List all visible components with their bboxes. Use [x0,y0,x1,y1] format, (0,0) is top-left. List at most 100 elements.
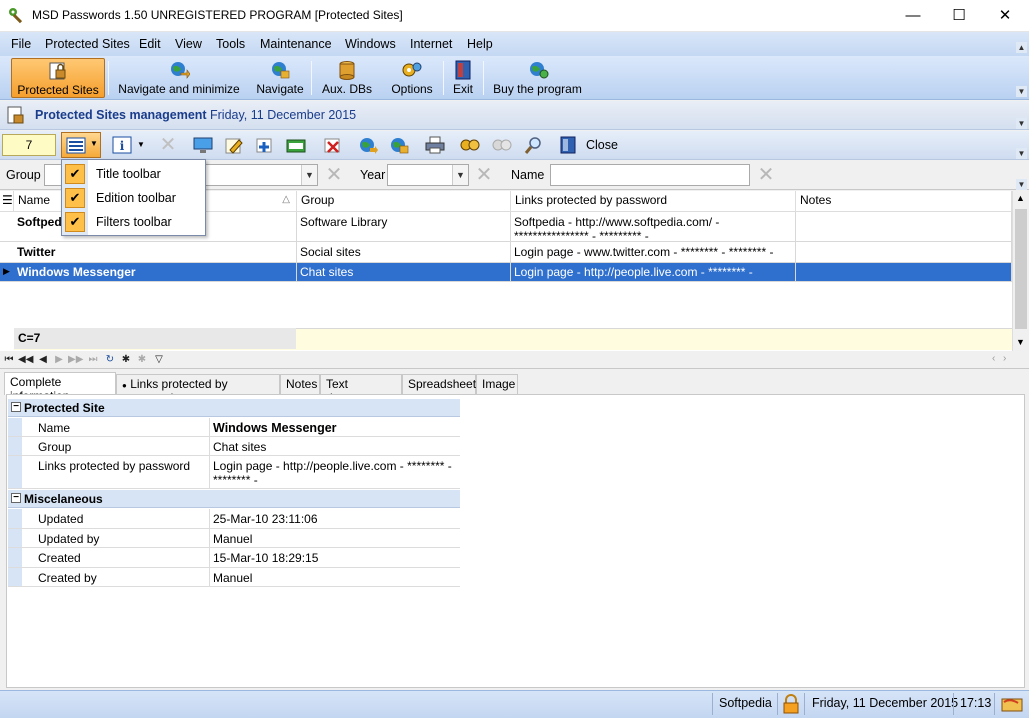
status-separator [804,693,805,715]
menu-protected-sites[interactable]: Protected Sites [45,37,130,51]
menu-item-filters-toolbar[interactable]: ✔ Filters toolbar [62,210,205,234]
table-row[interactable]: Twitter Social sites Login page - www.tw… [0,242,1012,263]
clear-name-filter-icon[interactable]: ✕ [755,164,777,186]
insert-record-icon[interactable]: ✱ [119,352,133,367]
edition-toolbar: ▼ [0,131,1029,160]
filter-icon[interactable]: ▽ [152,352,166,367]
prior-page-icon[interactable]: ◀◀ [18,352,33,367]
collapse-icon[interactable]: − [11,493,21,503]
tab-links-protected[interactable]: ● Links protected by password [116,374,280,405]
chevron-down-icon[interactable]: ▼ [301,165,317,185]
navigate-minimize-button[interactable]: Navigate and minimize [114,58,244,98]
monitor-icon[interactable] [193,136,213,154]
detail-key: Group [22,437,210,455]
menu-view[interactable]: View [175,37,202,51]
refresh-icon[interactable]: ↻ [103,352,117,367]
filterbar-chevron-icon[interactable]: ▼ [1016,179,1027,190]
row-gutter [8,529,22,547]
column-header-notes[interactable]: Notes [796,191,1012,212]
menu-help[interactable]: Help [467,37,493,51]
status-separator [953,693,954,715]
menu-item-label: Title toolbar [96,167,161,181]
headbar-chevron-icon[interactable]: ▼ [1016,118,1027,129]
tab-complete-information[interactable]: Complete information [4,372,116,403]
detail-row: Created 15-Mar-10 18:29:15 [8,548,460,568]
buy-program-button[interactable]: Buy the program [490,58,585,98]
search-icon[interactable] [524,136,544,154]
delete-disabled-icon[interactable]: ✕ [158,135,178,155]
close-panel-button[interactable]: Close [556,134,626,156]
delete-record-icon[interactable] [323,136,343,154]
keys-disabled-icon[interactable] [492,136,512,154]
printer-icon[interactable] [425,136,445,154]
aux-dbs-label: Aux. DBs [321,82,372,96]
section-miscelaneous[interactable]: − Miscelaneous [8,490,460,508]
chevron-down-icon[interactable]: ▼ [452,165,468,185]
collapse-icon[interactable]: − [11,402,21,412]
menu-item-title-toolbar[interactable]: ✔ Title toolbar [62,162,205,186]
scroll-thumb[interactable] [1015,209,1027,329]
menu-file[interactable]: File [11,37,31,51]
delete-record-nav-icon[interactable]: ✱ [135,352,149,367]
navigate-button[interactable]: Navigate [252,58,308,98]
exit-button[interactable]: Exit [449,58,477,98]
menu-edit[interactable]: Edit [139,37,161,51]
last-record-icon[interactable]: ⏭ [86,352,100,367]
row-gutter [8,437,22,455]
folder-green-icon[interactable] [286,136,306,154]
info-dropdown-button[interactable]: i ▼ [110,134,146,156]
menu-maintenance[interactable]: Maintenance [260,37,332,51]
detail-row: Links protected by password Login page - … [8,456,460,489]
prior-record-icon[interactable]: ◀ [36,352,50,367]
close-door-icon [560,136,576,154]
scroll-down-icon[interactable]: ▼ [1016,337,1025,347]
toolbars-dropdown-button[interactable]: ▼ [61,132,101,158]
options-button[interactable]: Options [386,58,438,98]
menubar-scroll-icon[interactable]: ▲ [1016,42,1027,53]
scroll-up-icon[interactable]: ▲ [1016,193,1025,203]
status-folder-icon[interactable] [1001,695,1023,713]
globe-lock-small-icon[interactable] [389,136,409,154]
name-filter-input[interactable] [550,164,750,186]
add-record-icon[interactable] [255,136,275,154]
minimize-button[interactable]: — [890,0,936,31]
year-filter-combo[interactable]: ▼ [387,164,469,186]
padlock-icon [783,694,799,714]
menu-item-edition-toolbar[interactable]: ✔ Edition toolbar [62,186,205,210]
next-record-icon[interactable]: ▶ [52,352,66,367]
table-row-selected[interactable]: ▶ Windows Messenger Chat sites Login pag… [0,263,1012,282]
tab-spreadsheet[interactable]: Spreadsheet [402,374,476,394]
aux-dbs-button[interactable]: Aux. DBs [318,58,376,98]
clear-year-filter-icon[interactable]: ✕ [473,164,495,186]
scroll-right-icon[interactable]: › [1003,353,1006,364]
close-window-button[interactable]: ✕ [982,0,1028,31]
maximize-button[interactable]: ☐ [936,0,982,31]
protected-sites-icon [49,62,66,80]
tab-text-document[interactable]: Text document [320,374,402,405]
clear-group-filter-icon[interactable]: ✕ [323,164,345,186]
tab-image[interactable]: Image [476,374,518,394]
grid-vertical-scrollbar[interactable]: ▲ ▼ [1012,191,1029,351]
row-selector-header-icon[interactable]: ☰ [0,191,14,212]
first-record-icon[interactable]: ⏮ [2,352,16,367]
section-protected-site[interactable]: − Protected Site [8,399,460,417]
next-page-icon[interactable]: ▶▶ [68,352,83,367]
column-header-links[interactable]: Links protected by password [511,191,796,212]
menu-internet[interactable]: Internet [410,37,452,51]
menu-windows[interactable]: Windows [345,37,396,51]
column-header-group[interactable]: Group [297,191,511,212]
detail-value: Manuel [213,532,253,546]
protected-sites-button[interactable]: Protected Sites [11,58,105,98]
title-toolbar: Protected Sites management Friday, 11 De… [0,101,1029,130]
globe-money-icon [529,62,548,79]
cell-notes [796,212,1012,241]
toolbar-chevron-icon[interactable]: ▼ [1016,86,1027,97]
menu-tools[interactable]: Tools [216,37,245,51]
scroll-left-icon[interactable]: ‹ [992,353,995,364]
edittb-chevron-icon[interactable]: ▼ [1016,148,1027,159]
keys-icon[interactable] [460,136,480,154]
cell-links: Softpedia - http://www.softpedia.com/ - … [511,212,796,241]
tab-notes[interactable]: Notes [280,374,320,394]
edit-pencil-icon[interactable] [224,136,244,154]
globe-go-icon[interactable] [358,136,378,154]
